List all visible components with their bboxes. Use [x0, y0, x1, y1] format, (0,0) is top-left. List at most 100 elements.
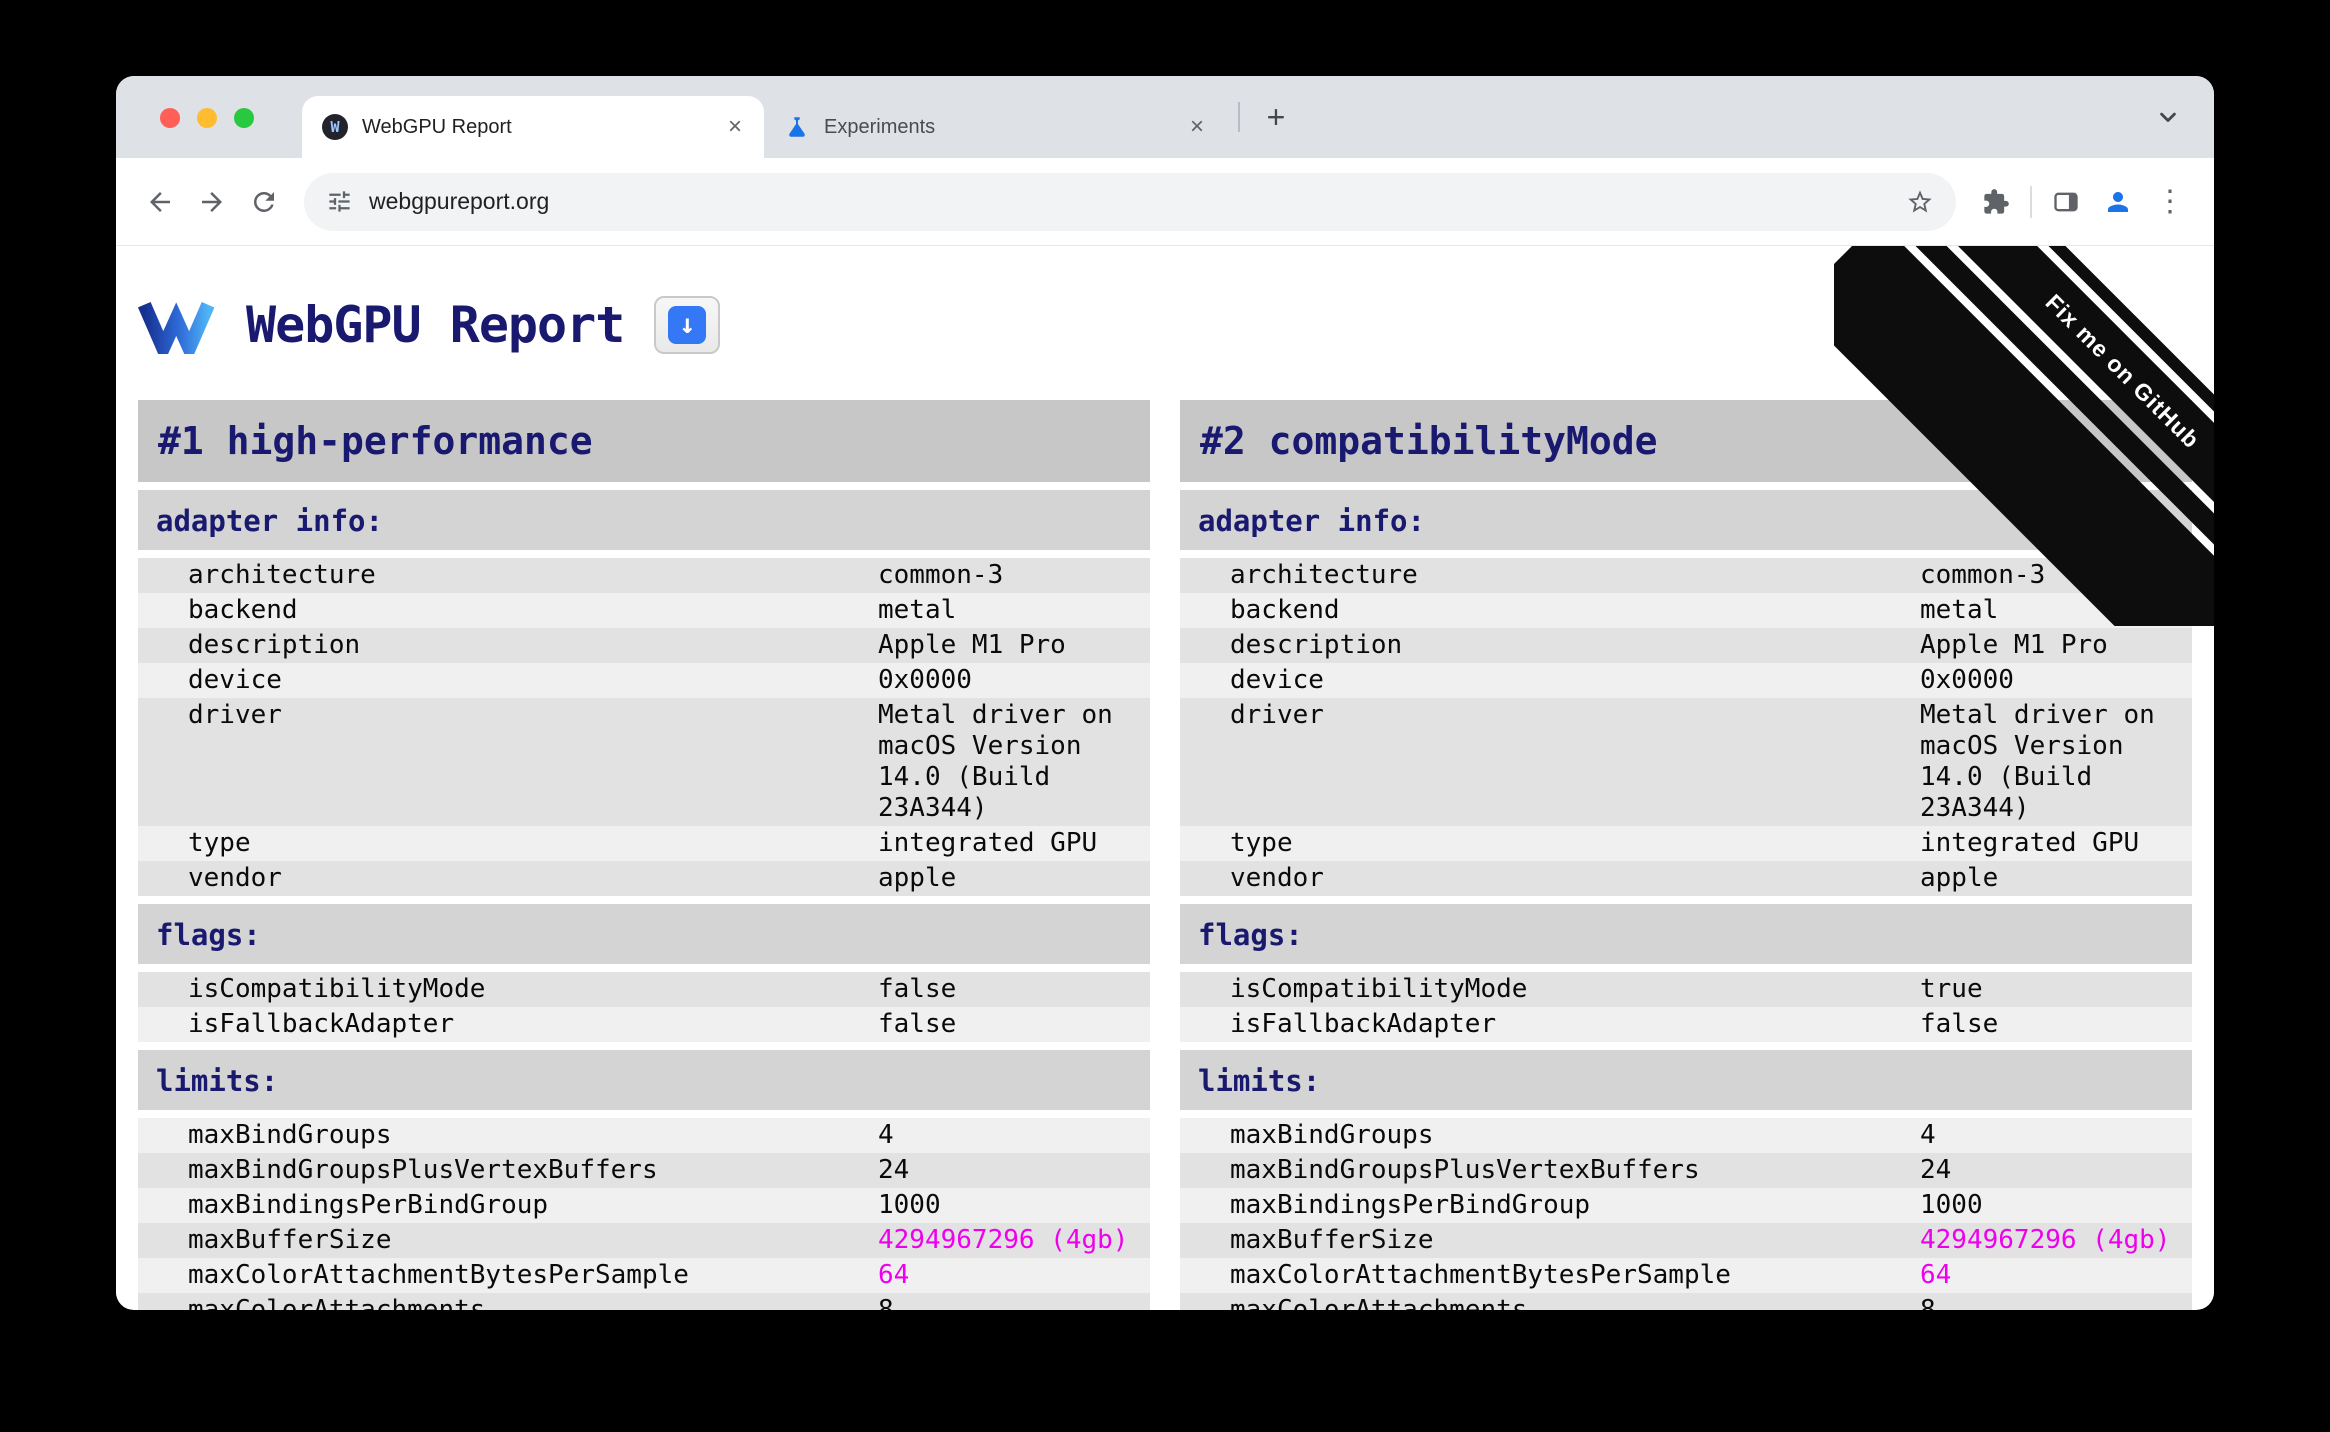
data-row: architecture common-3	[1180, 558, 2192, 593]
data-row: maxColorAttachments 8	[1180, 1293, 2192, 1310]
adapter-rows: adapter info: architecture common-3 backend…	[1180, 490, 2192, 1310]
data-row: device 0x0000	[1180, 663, 2192, 698]
row-label: maxBindGroups	[188, 1120, 392, 1150]
row-label: isCompatibilityMode	[188, 974, 486, 1004]
row-label: maxColorAttachmentBytesPerSample	[1230, 1260, 1731, 1290]
section-title: flags:	[138, 904, 1150, 964]
section-title: limits:	[1180, 1050, 2192, 1110]
window-controls	[160, 108, 254, 128]
forward-arrow-icon	[202, 191, 222, 212]
row-value: 24	[1920, 1155, 1952, 1185]
row-label: type	[188, 828, 251, 858]
data-row: description Apple M1 Pro	[1180, 628, 2192, 663]
row-value: metal	[878, 595, 957, 625]
data-row: vendor apple	[1180, 861, 2192, 896]
data-row: isCompatibilityMode true	[1180, 972, 2192, 1007]
extensions-button[interactable]	[1970, 176, 2022, 228]
data-row: maxBindGroups 4	[1180, 1118, 2192, 1153]
data-row: architecture common-3	[138, 558, 1150, 593]
row-label: architecture	[188, 560, 376, 590]
page-content: WebGPU Report ↓ #1 high-performance adapt…	[116, 246, 2214, 1310]
data-row: maxBufferSize 4294967296 (4gb)	[1180, 1223, 2192, 1258]
reload-button[interactable]	[238, 176, 290, 228]
data-row: backend metal	[1180, 593, 2192, 628]
row-label: maxBindingsPerBindGroup	[1230, 1190, 1591, 1220]
data-row: backend metal	[138, 593, 1150, 628]
row-label: vendor	[188, 863, 282, 893]
browser-menu-button[interactable]: ⋮	[2144, 176, 2196, 228]
side-panel-button[interactable]	[2040, 176, 2092, 228]
adapter-heading: #1 high-performance	[138, 400, 1150, 482]
row-label: device	[188, 665, 282, 695]
row-label: architecture	[1230, 560, 1418, 590]
adapter-column: #1 high-performance adapter info: architec…	[138, 400, 1150, 1310]
data-row: isFallbackAdapter false	[138, 1007, 1150, 1042]
site-settings-icon[interactable]	[326, 188, 353, 215]
row-value: 0x0000	[878, 665, 972, 695]
tab-close-icon[interactable]: ×	[720, 112, 750, 142]
row-value: apple	[1920, 863, 1999, 893]
tab-title: WebGPU Report	[362, 115, 512, 138]
page-title: WebGPU Report	[246, 296, 625, 354]
row-label: maxBufferSize	[188, 1225, 392, 1255]
minimize-window-button[interactable]	[197, 108, 217, 128]
profile-button[interactable]	[2092, 176, 2144, 228]
row-value: integrated GPU	[1920, 828, 2140, 858]
row-value: true	[1920, 974, 1983, 1004]
side-panel-icon	[2054, 192, 2078, 211]
experiments-flask-icon	[784, 114, 810, 140]
row-value: 64	[878, 1260, 910, 1290]
data-row: type integrated GPU	[1180, 826, 2192, 861]
kebab-menu-icon: ⋮	[2155, 185, 2185, 218]
address-bar[interactable]: webgpureport.org	[304, 172, 1956, 231]
download-icon: ↓	[668, 306, 707, 344]
row-value: apple	[878, 863, 957, 893]
new-tab-button[interactable]: +	[1252, 93, 1300, 141]
data-row: vendor apple	[138, 861, 1150, 896]
webgpu-favicon-icon: W	[322, 114, 348, 140]
row-value: false	[878, 974, 957, 1004]
data-row: maxColorAttachmentBytesPerSample 64	[138, 1258, 1150, 1293]
row-label: isFallbackAdapter	[1230, 1009, 1497, 1039]
forward-button[interactable]	[186, 176, 238, 228]
row-label: maxBufferSize	[1230, 1225, 1434, 1255]
row-value: Apple M1 Pro	[1920, 630, 2108, 660]
back-button[interactable]	[134, 176, 186, 228]
row-label: backend	[1230, 595, 1340, 625]
row-value: 1000	[878, 1190, 941, 1220]
row-value: 4	[878, 1120, 894, 1150]
data-row: type integrated GPU	[138, 826, 1150, 861]
row-label: device	[1230, 665, 1324, 695]
data-row: maxColorAttachments 8	[138, 1293, 1150, 1310]
tab-close-icon[interactable]: ×	[1182, 112, 1212, 142]
row-label: maxBindGroupsPlusVertexBuffers	[1230, 1155, 1700, 1185]
row-value: Metal driver on macOS Version 14.0 (Buil…	[878, 700, 1113, 823]
url-text[interactable]: webgpureport.org	[369, 188, 1894, 215]
row-label: driver	[188, 700, 282, 730]
puzzle-icon	[1984, 188, 2009, 214]
row-label: maxBindGroups	[1230, 1120, 1434, 1150]
bookmark-star-button[interactable]	[1894, 176, 1946, 228]
webgpu-logo	[138, 301, 215, 354]
row-label: isCompatibilityMode	[1230, 974, 1528, 1004]
tab-webgpu-report[interactable]: W WebGPU Report ×	[302, 96, 764, 158]
row-label: vendor	[1230, 863, 1324, 893]
row-value: integrated GPU	[878, 828, 1098, 858]
row-value: 8	[1920, 1295, 1936, 1310]
row-value: Metal driver on macOS Version 14.0 (Buil…	[1920, 700, 2155, 823]
tab-title: Experiments	[824, 115, 936, 138]
row-value: 64	[1920, 1260, 1952, 1290]
close-window-button[interactable]	[160, 108, 180, 128]
row-label: maxColorAttachments	[188, 1295, 486, 1310]
tab-search-chevron-button[interactable]	[2146, 96, 2190, 140]
row-value: Apple M1 Pro	[878, 630, 1066, 660]
row-value: 24	[878, 1155, 910, 1185]
row-label: backend	[188, 595, 298, 625]
data-row: maxBufferSize 4294967296 (4gb)	[138, 1223, 1150, 1258]
data-row: maxBindingsPerBindGroup 1000	[1180, 1188, 2192, 1223]
data-row: maxColorAttachmentBytesPerSample 64	[1180, 1258, 2192, 1293]
section-title: limits:	[138, 1050, 1150, 1110]
zoom-window-button[interactable]	[234, 108, 254, 128]
download-button[interactable]: ↓	[654, 296, 721, 354]
tab-experiments[interactable]: Experiments ×	[764, 96, 1226, 158]
